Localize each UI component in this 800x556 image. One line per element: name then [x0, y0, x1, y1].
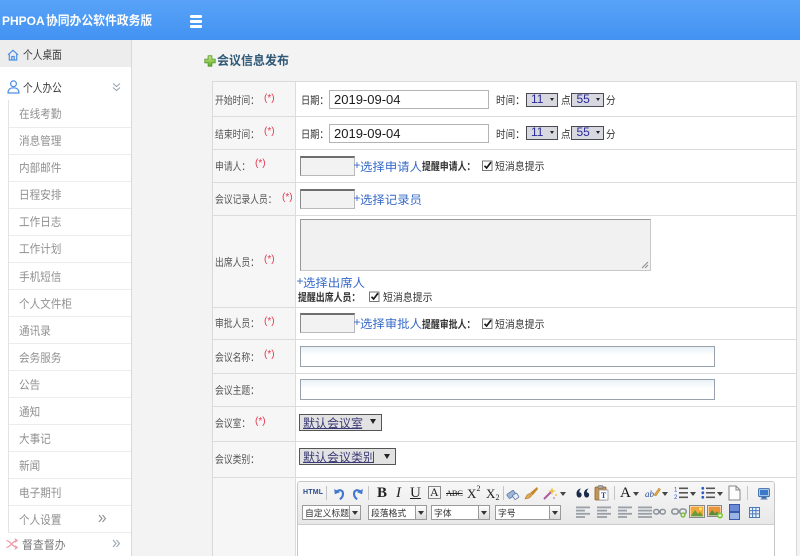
svg-text:T: T	[601, 491, 607, 500]
svg-text:2: 2	[674, 495, 678, 500]
svg-text:ab: ab	[645, 489, 655, 499]
svg-text:1: 1	[674, 488, 678, 494]
